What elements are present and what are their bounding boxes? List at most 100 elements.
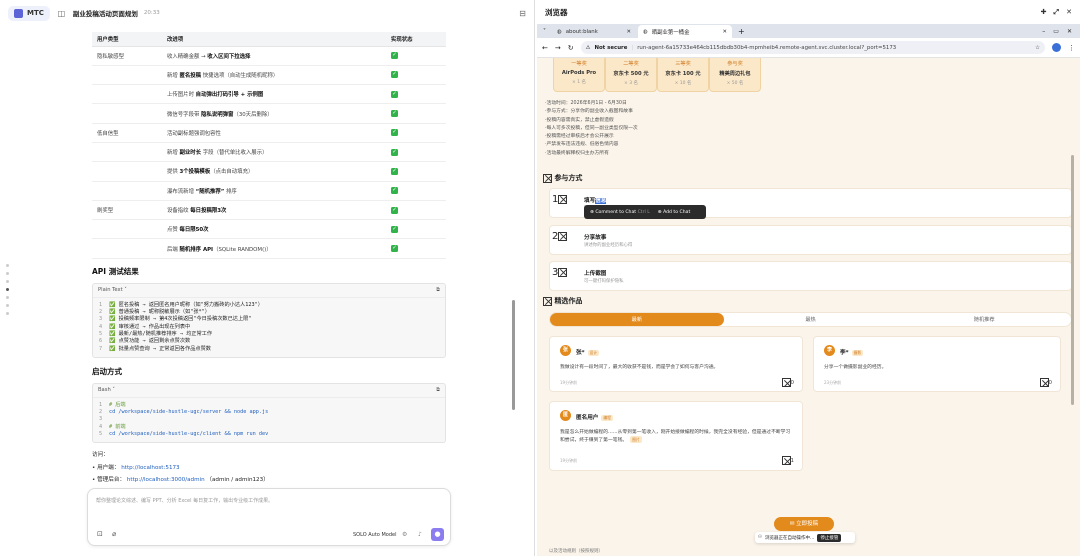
step-icon	[558, 231, 568, 241]
sidebar-toggle-icon[interactable]: ◫	[56, 8, 67, 19]
visit-link[interactable]: http://localhost:3000/admin	[127, 477, 205, 483]
tab-close-icon[interactable]: ✕	[722, 29, 727, 35]
bookmark-icon[interactable]: ☆	[1035, 45, 1040, 51]
work-card[interactable]: 匿匿名用户 编程 我是怎么开始做编程的……从零到第一笔收入，刚开始接做编程的时候，我…	[549, 401, 803, 471]
improvement-cell: 上传图片时 自动弹出打码引导 + 示例图	[162, 84, 386, 105]
sort-tab-latest[interactable]: 最新	[550, 313, 724, 326]
workspace-badge[interactable]: MTC	[8, 5, 50, 21]
table-row: 上传图片时 自动弹出打码引导 + 示例图 ✓	[92, 84, 446, 105]
fullscreen-icon[interactable]: ⤢	[1054, 8, 1060, 17]
category-tag: 编程	[601, 414, 613, 421]
prize-card: 参与奖 精美周边礼包 × 50 名	[709, 58, 761, 92]
expand-icon[interactable]: ⊟	[517, 8, 528, 19]
status-cell: ✓	[386, 219, 446, 240]
user-type-cell	[92, 142, 162, 163]
prize-card: 二等奖 京东卡 500 元 × 3 名	[605, 58, 657, 92]
step-card[interactable]: 3 上传截图 可一键打码保护隐私	[549, 261, 1072, 291]
status-cell: ✓	[386, 238, 446, 259]
code-lang[interactable]: Bash ˅	[98, 387, 115, 393]
image-icon[interactable]: ⊡	[97, 530, 103, 538]
step-number: 1	[552, 194, 568, 205]
web-page: 一等奖 AirPods Pro × 1 名二等奖 京东卡 500 元 × 3 名三等奖京…	[537, 58, 1080, 556]
tab-about-blank[interactable]: ◍ about:blank ✕	[552, 25, 636, 38]
pin-icon[interactable]: ✚	[1041, 8, 1047, 17]
prize-card: 一等奖 AirPods Pro × 1 名	[553, 58, 605, 92]
check-icon: ✓	[391, 129, 398, 137]
chat-title: 副业投稿活动页面规划	[72, 10, 138, 18]
comment-to-chat-button[interactable]: ⊕ Comment to Chat Ctrl L	[590, 210, 650, 215]
sort-tab-hot[interactable]: 最热	[724, 313, 898, 326]
table-row: 点赞 每日限50次 ✓	[92, 219, 446, 240]
author-name: 李* 摄影	[840, 349, 864, 356]
author-name: 张* 设计	[576, 349, 600, 356]
rules-list: ·活动时间：2026年6月1日 - 6月30日 ·参与方式：分享你的副业收入截图和…	[545, 100, 638, 158]
copy-icon[interactable]: ⧉	[436, 387, 440, 394]
like-button[interactable]: 0	[781, 378, 794, 387]
chat-scrollbar[interactable]	[512, 300, 515, 410]
menu-icon[interactable]: ⋮	[1068, 44, 1075, 52]
chat-input[interactable]: 帮你整理论文综述、编写 PPT、分析 Excel 每日复工作，输出专业级工作成果…	[96, 497, 273, 504]
copy-icon[interactable]: ⧉	[436, 287, 440, 294]
code-header: Plain Text ˅ ⧉	[93, 284, 445, 298]
stop-takeover-button[interactable]: 停止接管	[817, 533, 842, 542]
add-to-chat-button[interactable]: ⊕ Add to Chat	[658, 210, 690, 215]
work-card[interactable]: 张张* 设计 我做设计有一段时间了，最大的收获不是钱，而是学会了如何与客户沟通。 19…	[549, 336, 803, 392]
status-cell: ✓	[386, 181, 446, 201]
warning-icon: ⚠	[585, 44, 591, 51]
work-text: 我是怎么开始做编程的……从零到第一笔收入，刚开始接做编程的时候，我完全没有经验，…	[560, 430, 791, 443]
close-icon[interactable]: ✕	[1066, 8, 1072, 17]
submit-cta-button[interactable]: ✉ 立即投稿	[774, 517, 834, 531]
rule-item: ·活动时间：2026年6月1日 - 6月30日	[545, 101, 627, 106]
back-icon[interactable]: ←	[542, 44, 548, 52]
mic-icon[interactable]: ♪	[418, 531, 422, 538]
table-header: 实现状态	[386, 32, 446, 47]
code-line: 2 cd /workspace/side-hustle-ugc/server &&…	[99, 409, 269, 416]
code-lang[interactable]: Plain Text ˅	[98, 287, 127, 293]
api-code-block: Plain Text ˅ ⧉ 1 ✅ 匿名投稿 → 返回匿名用户昵称（如"努力搬砖…	[92, 282, 446, 358]
sort-tab-random[interactable]: 随机推荐	[897, 313, 1071, 326]
step-number: 2	[552, 231, 568, 242]
status-cell: ✓	[386, 84, 446, 105]
step-card[interactable]: 2 分享故事 讲述你的副业经历和心得	[549, 225, 1072, 255]
improvement-cell: 微信号字段带 隐私说明弹窗（30天后删除）	[162, 103, 386, 124]
minimize-icon[interactable]: –	[1042, 28, 1045, 35]
profile-icon[interactable]	[1052, 43, 1061, 52]
check-icon: ✓	[391, 52, 398, 60]
tab-close-icon[interactable]: ✕	[626, 29, 631, 35]
visit-link[interactable]: http://localhost:5173	[121, 465, 179, 471]
code-line: 1 ✅ 匿名投稿 → 返回匿名用户昵称（如"努力搬砖的小达人123"）	[99, 301, 263, 308]
rule-item: ·投稿内容需真实，禁止虚假造假	[545, 117, 614, 123]
work-card[interactable]: 李李* 摄影 分享一个做摄影副业的经历。 23分钟前 0	[813, 336, 1061, 392]
table-header: 改进项	[162, 32, 386, 47]
automation-text: 浏览器正在自动操作中...	[765, 535, 815, 541]
check-icon: ✓	[391, 206, 398, 214]
security-label: Not secure	[594, 44, 628, 51]
check-icon: ✓	[391, 187, 398, 195]
settings-icon[interactable]: ⚙	[402, 531, 407, 538]
window-close-icon[interactable]: ✕	[1067, 28, 1072, 35]
code-line: 3 ✅ 投稿频率限制 → 第4次投稿返回"今日投稿次数已达上限"	[99, 316, 252, 323]
maximize-icon[interactable]: ▭	[1053, 28, 1059, 35]
user-type-cell: 刷奖型	[92, 200, 162, 221]
attach-icon[interactable]: ⌀	[112, 530, 116, 538]
page-scrollbar[interactable]	[1071, 155, 1074, 405]
outline-dots[interactable]	[6, 264, 9, 320]
tab-list-icon[interactable]: ˅	[543, 28, 546, 35]
like-button[interactable]: 1	[781, 456, 794, 465]
chat-input-box[interactable]: 帮你整理论文综述、编写 PPT、分析 Excel 每日复工作，输出专业级工作成果…	[87, 488, 451, 546]
new-tab-icon[interactable]: +	[738, 27, 745, 36]
status-cell: ✓	[386, 103, 446, 124]
step-subtitle: 讲述你的副业经历和心得	[584, 243, 633, 248]
send-button[interactable]: ●	[431, 528, 444, 541]
like-button[interactable]: 0	[1039, 378, 1052, 387]
model-selector[interactable]: SOLO Auto Model	[353, 532, 396, 538]
step-icon	[558, 267, 568, 277]
reload-icon[interactable]: ↻	[568, 44, 574, 52]
table-row: 瀑布流新增 “随机推荐” 排序 ✓	[92, 181, 446, 201]
api-results-title: API 测试结果	[92, 266, 139, 276]
tab-active[interactable]: ◍ 晒副业第一桶金 ✕	[638, 25, 732, 38]
code-line: 6 ✅ 点赞功能 → 返回剩余点赞次数	[99, 338, 191, 345]
tab-label: about:blank	[565, 28, 598, 35]
forward-icon[interactable]: →	[555, 44, 561, 52]
url-bar[interactable]: ⚠ Not secure | run-agent-6a15733e464cb11…	[580, 41, 1045, 54]
